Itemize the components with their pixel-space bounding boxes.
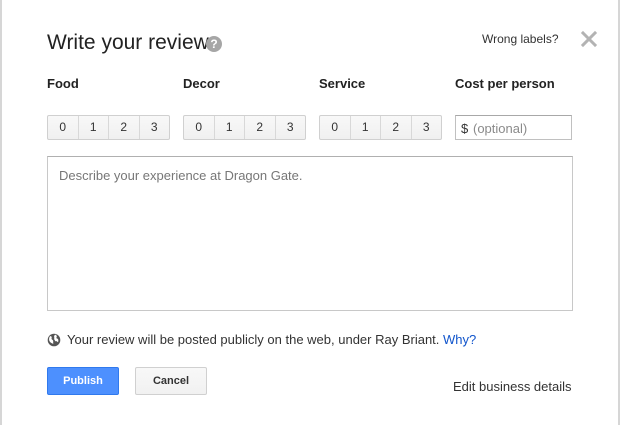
currency-symbol: $ <box>461 121 469 136</box>
decor-label: Decor <box>183 76 220 91</box>
service-rating-0[interactable]: 0 <box>320 116 350 139</box>
service-rating-2[interactable]: 2 <box>380 116 411 139</box>
globe-icon <box>47 333 61 347</box>
decor-rating-group: 0 1 2 3 <box>183 115 306 140</box>
wrong-labels-link[interactable]: Wrong labels? <box>482 32 559 46</box>
review-placeholder: Describe your experience at Dragon Gate. <box>59 168 303 183</box>
review-dialog: Write your review ? Wrong labels? Food D… <box>2 0 618 425</box>
food-rating-1[interactable]: 1 <box>77 116 109 139</box>
decor-rating-0[interactable]: 0 <box>184 116 214 139</box>
service-rating-3[interactable]: 3 <box>410 116 442 139</box>
close-icon[interactable] <box>580 30 598 48</box>
cancel-button[interactable]: Cancel <box>135 367 207 395</box>
service-rating-1[interactable]: 1 <box>349 116 381 139</box>
food-rating-group: 0 1 2 3 <box>47 115 170 140</box>
cost-placeholder: (optional) <box>473 121 528 136</box>
publish-button[interactable]: Publish <box>47 367 119 395</box>
edit-business-details-link[interactable]: Edit business details <box>453 379 572 394</box>
review-textarea[interactable]: Describe your experience at Dragon Gate. <box>47 156 573 311</box>
decor-rating-1[interactable]: 1 <box>213 116 245 139</box>
public-notice-text: Your review will be posted publicly on t… <box>67 332 440 347</box>
help-icon[interactable]: ? <box>206 36 222 52</box>
decor-rating-3[interactable]: 3 <box>274 116 306 139</box>
cost-label: Cost per person <box>455 76 555 91</box>
dialog-title: Write your review <box>47 31 209 54</box>
decor-rating-2[interactable]: 2 <box>244 116 275 139</box>
why-link[interactable]: Why? <box>443 332 476 347</box>
service-label: Service <box>319 76 366 91</box>
public-notice: Your review will be posted publicly on t… <box>67 332 476 347</box>
food-label: Food <box>47 76 79 91</box>
service-rating-group: 0 1 2 3 <box>319 115 442 140</box>
food-rating-0[interactable]: 0 <box>48 116 78 139</box>
cost-input[interactable]: $ (optional) <box>455 115 572 140</box>
food-rating-2[interactable]: 2 <box>108 116 139 139</box>
food-rating-3[interactable]: 3 <box>138 116 170 139</box>
